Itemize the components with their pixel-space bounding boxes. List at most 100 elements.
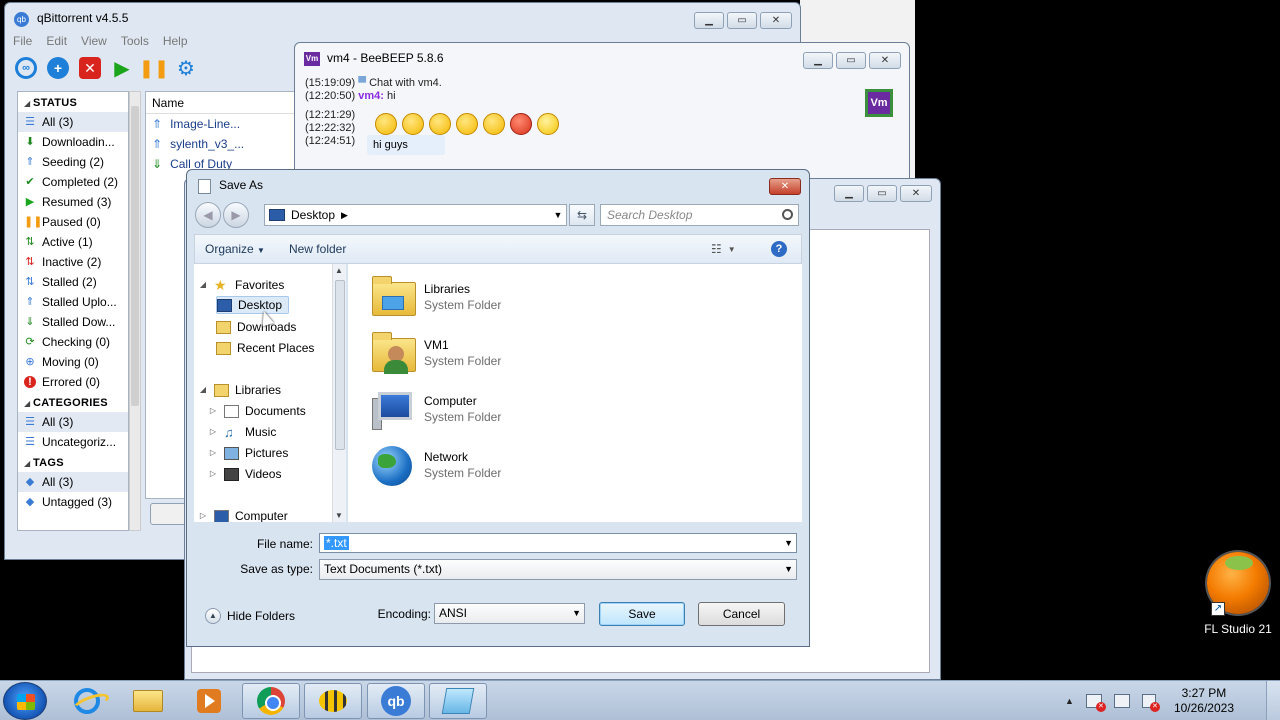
start-button[interactable] [3, 682, 47, 720]
tag-untagged[interactable]: ◆ Untagged (3) [18, 492, 128, 512]
taskbar-internet-explorer[interactable] [58, 683, 116, 719]
menu-edit[interactable]: Edit [46, 34, 67, 48]
scrollbar-thumb[interactable] [131, 106, 139, 406]
minimize-button[interactable]: ▁ [803, 52, 833, 69]
menu-tools[interactable]: Tools [121, 34, 149, 48]
show-desktop-button[interactable] [1266, 681, 1280, 720]
volume-icon[interactable]: ✕ [1141, 694, 1160, 712]
taskbar-qbittorrent[interactable]: qb [367, 683, 425, 719]
filter-paused[interactable]: ❚❚ Paused (0) [18, 212, 128, 232]
address-location[interactable]: Desktop [291, 208, 335, 222]
add-link-icon[interactable]: ∞ [15, 57, 37, 79]
navigation-scrollbar[interactable]: ▲ ▼ [332, 264, 346, 522]
tree-computer[interactable]: ▷ Computer [198, 507, 288, 522]
filter-inactive[interactable]: ⇅ Inactive (2) [18, 252, 128, 272]
beebeep-titlebar[interactable]: Vm vm4 - BeeBEEP 5.8.6 ▁ ▭ ✕ [295, 43, 909, 73]
collapse-arrow-icon[interactable]: ▷ [208, 423, 218, 441]
qbittorrent-titlebar[interactable]: qb qBittorrent v4.5.5 ▁ ▭ ✕ [5, 3, 800, 33]
delete-icon[interactable]: ✕ [79, 57, 101, 79]
close-button[interactable]: ✕ [869, 52, 901, 69]
tag-all[interactable]: ◆ All (3) [18, 472, 128, 492]
back-button[interactable]: ◀ [195, 202, 221, 228]
tree-music[interactable]: ▷ ♫ Music [208, 423, 276, 441]
resume-icon[interactable]: ▶ [111, 57, 133, 80]
filter-checking[interactable]: ⟳ Checking (0) [18, 332, 128, 352]
breadcrumb-chevron-icon[interactable]: ▶ [341, 210, 348, 221]
add-torrent-icon[interactable]: + [47, 57, 69, 79]
maximize-button[interactable]: ▭ [727, 12, 757, 29]
filter-downloading[interactable]: ⬇ Downloadin... [18, 132, 128, 152]
encoding-select[interactable]: ANSI ▼ [434, 603, 585, 624]
close-button[interactable]: ✕ [760, 12, 792, 29]
filter-completed[interactable]: ✔ Completed (2) [18, 172, 128, 192]
filter-stalled-downloading[interactable]: ⇓ Stalled Dow... [18, 312, 128, 332]
file-item-computer[interactable]: Computer System Folder [370, 386, 501, 434]
filter-panel-scrollbar[interactable] [129, 91, 141, 531]
refresh-button[interactable]: ⇆ [569, 204, 595, 226]
tree-recent-places[interactable]: Recent Places [216, 339, 314, 357]
taskbar-notepad[interactable] [429, 683, 487, 719]
tree-libraries[interactable]: ◢ Libraries [198, 381, 281, 399]
help-icon[interactable]: ? [771, 241, 787, 257]
scroll-up-icon[interactable]: ▲ [335, 266, 343, 275]
save-button[interactable]: Save [599, 602, 685, 626]
tree-pictures[interactable]: ▷ Pictures [208, 444, 288, 462]
filter-resumed[interactable]: ▶ Resumed (3) [18, 192, 128, 212]
avatar[interactable]: Vm [865, 89, 893, 117]
organize-button[interactable]: Organize ▼ [195, 242, 279, 256]
network-icon[interactable] [1113, 694, 1130, 708]
taskbar-media-player[interactable] [180, 683, 238, 719]
search-icon[interactable] [782, 209, 793, 220]
column-header-name[interactable]: Name [146, 92, 304, 114]
filter-moving[interactable]: ⊕ Moving (0) [18, 352, 128, 372]
menu-view[interactable]: View [81, 34, 107, 48]
scroll-down-icon[interactable]: ▼ [335, 511, 343, 520]
filter-seeding[interactable]: ⇑ Seeding (2) [18, 152, 128, 172]
expand-arrow-icon[interactable]: ◢ [198, 276, 208, 294]
tree-videos[interactable]: ▷ Videos [208, 465, 282, 483]
maximize-button[interactable]: ▭ [867, 185, 897, 202]
forward-button[interactable]: ▶ [223, 202, 249, 228]
clock[interactable]: 3:27 PM 10/26/2023 [1174, 686, 1234, 716]
taskbar-chrome[interactable] [242, 683, 300, 719]
pause-icon[interactable]: ❚❚ [139, 57, 169, 79]
torrent-row[interactable]: ⇑ sylenth_v3_... [146, 134, 304, 154]
filter-stalled[interactable]: ⇅ Stalled (2) [18, 272, 128, 292]
collapse-arrow-icon[interactable]: ▷ [208, 402, 218, 420]
file-item-network[interactable]: Network System Folder [370, 442, 501, 490]
file-item-libraries[interactable]: Libraries System Folder [370, 274, 501, 322]
action-center-icon[interactable]: ✕ [1085, 694, 1106, 712]
torrent-row[interactable]: ⇑ Image-Line... [146, 114, 304, 134]
tags-header[interactable]: TAGS [18, 452, 128, 472]
maximize-button[interactable]: ▭ [836, 52, 866, 69]
tree-downloads[interactable]: Downloads [216, 318, 296, 336]
expand-arrow-icon[interactable]: ◢ [198, 381, 208, 399]
fl-studio-shortcut[interactable]: ↗ FL Studio 21 [1200, 552, 1276, 636]
category-all[interactable]: ☰ All (3) [18, 412, 128, 432]
collapse-arrow-icon[interactable]: ▷ [198, 507, 208, 522]
minimize-button[interactable]: ▁ [834, 185, 864, 202]
category-uncategorized[interactable]: ☰ Uncategoriz... [18, 432, 128, 452]
close-button[interactable]: ✕ [900, 185, 932, 202]
hide-folders-button[interactable]: ▲ Hide Folders [205, 608, 295, 624]
filter-active[interactable]: ⇅ Active (1) [18, 232, 128, 252]
close-button[interactable]: ✕ [769, 178, 801, 195]
categories-header[interactable]: CATEGORIES [18, 392, 128, 412]
file-name-input[interactable]: *.txt ▼ [319, 533, 797, 553]
cancel-button[interactable]: Cancel [698, 602, 785, 626]
filter-all[interactable]: ☰ All (3) [18, 112, 128, 132]
collapse-arrow-icon[interactable]: ▷ [208, 465, 218, 483]
address-bar[interactable]: Desktop ▶ ▼ [264, 204, 567, 226]
save-as-type-select[interactable]: Text Documents (*.txt) ▼ [319, 559, 797, 580]
chevron-down-icon[interactable]: ▼ [784, 534, 793, 552]
options-gear-icon[interactable]: ⚙ [175, 57, 197, 80]
scrollbar-thumb[interactable] [335, 280, 345, 450]
save-as-titlebar[interactable]: Save As ✕ [187, 170, 809, 200]
tree-favorites[interactable]: ◢ ★ Favorites [198, 276, 284, 294]
address-dropdown-icon[interactable]: ▼ [550, 210, 566, 220]
search-input[interactable]: Search Desktop [600, 204, 799, 226]
filter-stalled-uploading[interactable]: ⇑ Stalled Uplo... [18, 292, 128, 312]
tree-desktop[interactable]: Desktop [216, 296, 290, 314]
menu-help[interactable]: Help [163, 34, 188, 48]
taskbar-explorer[interactable] [119, 683, 177, 719]
